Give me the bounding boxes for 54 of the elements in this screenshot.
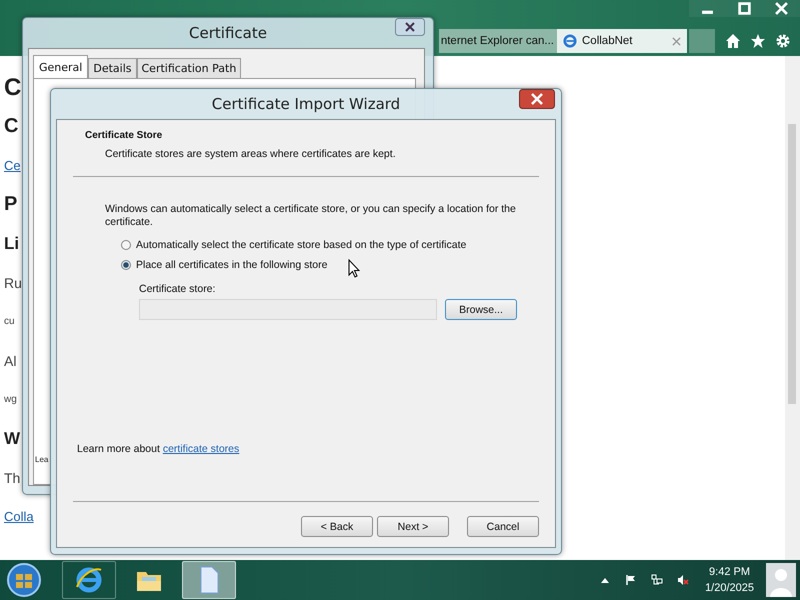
page-heading: W — [4, 428, 20, 450]
scrollbar[interactable] — [785, 56, 800, 560]
network-icon[interactable] — [651, 574, 664, 586]
page-text: cu — [4, 315, 15, 329]
settings-icon[interactable] — [775, 33, 791, 49]
page-heading: P — [4, 192, 18, 217]
browse-button[interactable]: Browse... — [445, 299, 517, 320]
pointer-icon — [348, 259, 360, 278]
tab-title: CollabNet — [582, 35, 632, 47]
clock-date: 1/20/2025 — [705, 581, 754, 596]
home-icon[interactable] — [725, 33, 741, 49]
page-text: Al — [4, 352, 16, 370]
tab-title: nternet Explorer can... — [440, 35, 554, 47]
clock[interactable]: 9:42 PM 1/20/2025 — [699, 564, 760, 596]
star-icon[interactable] — [750, 33, 766, 49]
section-title: Certificate Store — [85, 130, 164, 141]
minimize-icon[interactable] — [689, 0, 726, 17]
radio-button[interactable] — [121, 240, 131, 250]
browser-tab[interactable]: CollabNet — [557, 29, 687, 53]
close-icon[interactable] — [519, 89, 555, 109]
close-icon[interactable] — [763, 0, 800, 17]
field-label: Certificate store: — [139, 283, 216, 295]
page-text: Th — [4, 468, 20, 488]
close-icon[interactable] — [395, 18, 425, 36]
page-heading: C — [4, 114, 18, 139]
input-field[interactable] — [139, 299, 437, 320]
start-button[interactable] — [6, 562, 42, 598]
radio-button[interactable] — [121, 260, 131, 270]
page-link[interactable]: Colla — [4, 497, 34, 536]
page-heading: Li — [4, 232, 20, 254]
page-text: Ru — [4, 274, 22, 292]
browser-tab[interactable]: nternet Explorer can... — [438, 29, 557, 53]
page-heading: C — [4, 72, 22, 102]
flag-icon[interactable] — [625, 574, 638, 586]
help-link[interactable]: certificate stores — [162, 443, 240, 455]
browser-icon — [563, 34, 577, 48]
wizard-button[interactable]: < Back — [301, 516, 373, 537]
clock-time: 9:42 PM — [709, 565, 750, 580]
page-text: wg — [4, 393, 17, 407]
wizard-button[interactable]: Next > — [377, 516, 449, 537]
window-title: Certificate Import Wizard — [212, 95, 400, 113]
help-text: Learn more about certificate stores — [77, 443, 240, 455]
muted-speaker-icon[interactable] — [677, 574, 690, 586]
taskbar-app[interactable] — [62, 561, 116, 599]
panel-text: Lea — [35, 455, 48, 464]
browser-icon — [74, 565, 104, 595]
section-subtitle: Certificate stores are system areas where certificates are kept. — [104, 148, 397, 160]
intro-text: Windows can automatically select a certificate store, or you can specify a location for the certificate. — [105, 203, 517, 229]
page-link[interactable]: Ce — [4, 146, 21, 185]
dialog-tab[interactable]: Certification Path — [136, 58, 242, 78]
wizard-button[interactable]: Cancel — [467, 516, 539, 537]
dialog-tab[interactable]: General — [33, 55, 88, 78]
window-title: Certificate — [189, 24, 267, 42]
dialog-tab[interactable]: Details — [88, 58, 136, 78]
